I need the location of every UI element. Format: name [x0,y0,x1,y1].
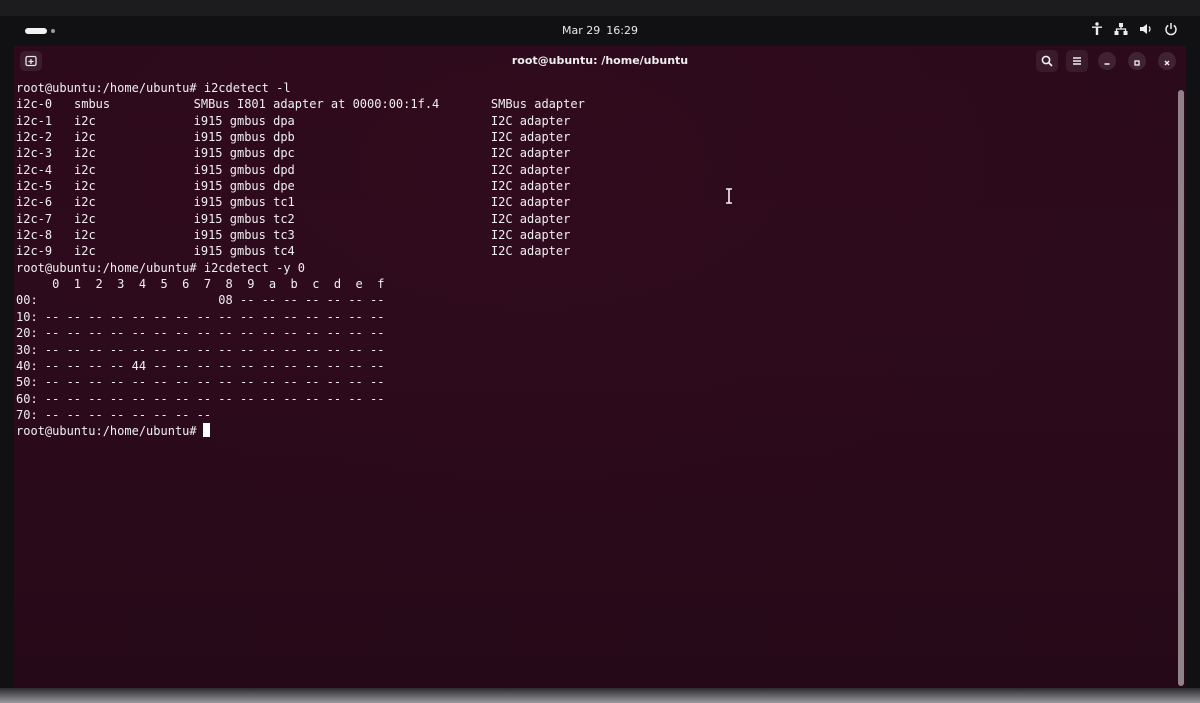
adapter-type: i2c [74,228,96,243]
i2c-grid-row: 40: -- -- -- -- 44 -- -- -- -- -- -- -- … [16,358,385,373]
adapter-name: i915 gmbus dpa [193,113,295,128]
prompt-line: root@ubuntu:/home/ubuntu# [16,423,636,439]
adapter-name: i915 gmbus tc3 [193,228,295,243]
minimize-button[interactable] [1096,50,1118,72]
power-icon[interactable] [1164,22,1178,36]
adapter-bus: i2c-3 [16,146,53,161]
i2c-grid-row: 60: -- -- -- -- -- -- -- -- -- -- -- -- … [16,391,385,406]
adapter-type: i2c [74,113,96,128]
adapter-name: i915 gmbus dpc [193,146,295,161]
search-button[interactable] [1036,50,1058,72]
screen: Mar 29 16:29 root@ubuntu: /home/ubuntu r… [14,16,1186,688]
terminal-window[interactable]: root@ubuntu: /home/ubuntu root@ubuntu:/h… [14,46,1186,688]
network-icon[interactable] [1114,22,1128,36]
adapter-type: i2c [74,179,96,194]
adapter-desc: SMBus adapter [490,97,585,112]
i2c-grid-header: 0 1 2 3 4 5 6 7 8 9 a b c d e f [16,277,385,292]
adapter-type: i2c [74,195,96,210]
adapter-desc: I2C adapter [490,162,571,177]
terminal-scrollbar[interactable] [1178,90,1184,686]
adapter-type: i2c [74,146,96,161]
adapter-type: i2c [74,211,96,226]
adapter-row: i2c-1 i2c i915 gmbus dpa I2C adapter [16,113,636,129]
adapter-bus: i2c-5 [16,179,53,194]
i2c-grid-row: 20: -- -- -- -- -- -- -- -- -- -- -- -- … [16,326,385,341]
clock[interactable]: Mar 29 16:29 [14,24,1186,37]
command-text: i2cdetect -l [203,81,291,95]
adapter-row: i2c-7 i2c i915 gmbus tc2 I2C adapter [16,211,636,227]
command-text: i2cdetect -y 0 [203,260,306,275]
window-headerbar[interactable]: root@ubuntu: /home/ubuntu [14,46,1186,76]
adapter-desc: I2C adapter [490,113,571,128]
adapter-bus: i2c-7 [16,211,53,226]
volume-icon[interactable] [1139,22,1153,36]
adapter-type: i2c [74,244,96,259]
adapter-row: i2c-8 i2c i915 gmbus tc3 I2C adapter [16,227,636,243]
maximize-icon [1133,52,1141,71]
adapter-type: smbus [74,97,111,112]
adapter-bus: i2c-0 [16,97,53,112]
system-tray[interactable] [1091,22,1178,36]
adapter-bus: i2c-1 [16,113,53,128]
shell-prompt: root@ubuntu:/home/ubuntu# [16,424,197,439]
adapter-row: i2c-5 i2c i915 gmbus dpe I2C adapter [16,178,636,194]
adapter-type: i2c [74,162,96,177]
adapter-bus: i2c-9 [16,244,53,259]
clock-date: Mar 29 [562,24,601,37]
adapter-name: SMBus I801 adapter at 0000:00:1f.4 [193,97,440,112]
monitor-bezel-bottom [0,688,1200,703]
adapter-bus: i2c-4 [16,162,53,177]
i2c-grid-row: 10: -- -- -- -- -- -- -- -- -- -- -- -- … [16,309,385,324]
terminal-output[interactable]: root@ubuntu:/home/ubuntu# i2cdetect -l i2… [16,80,636,440]
adapter-row: i2c-0 smbus SMBus I801 adapter at 0000:00:… [16,96,636,112]
monitor-bezel-top [0,0,1200,16]
adapter-desc: I2C adapter [490,146,571,161]
adapter-row: i2c-3 i2c i915 gmbus dpc I2C adapter [16,145,636,161]
adapter-row: i2c-9 i2c i915 gmbus tc4 I2C adapter [16,243,636,259]
adapter-name: i915 gmbus dpb [193,130,295,145]
i2c-grid-row: 30: -- -- -- -- -- -- -- -- -- -- -- -- … [16,342,385,357]
adapter-type: i2c [74,130,96,145]
i2c-grid-row: 50: -- -- -- -- -- -- -- -- -- -- -- -- … [16,375,385,390]
adapter-row: i2c-2 i2c i915 gmbus dpb I2C adapter [16,129,636,145]
adapter-desc: I2C adapter [490,244,571,259]
prompt-line: root@ubuntu:/home/ubuntu# i2cdetect -l [16,80,636,96]
adapter-bus: i2c-6 [16,195,53,210]
adapter-name: i915 gmbus dpe [193,179,295,194]
i2c-grid-row: 70: -- -- -- -- -- -- -- -- [16,407,212,422]
minimize-icon [1103,52,1111,71]
adapter-row: i2c-6 i2c i915 gmbus tc1 I2C adapter [16,194,636,210]
adapter-desc: I2C adapter [490,179,571,194]
prompt-line: root@ubuntu:/home/ubuntu# i2cdetect -y 0 [16,260,636,276]
terminal-cursor [202,423,210,438]
accessibility-icon[interactable] [1091,22,1103,36]
headerbar-controls [1036,50,1178,72]
adapter-bus: i2c-2 [16,130,53,145]
i2c-grid-row: 00: 08 -- -- -- -- -- -- -- [16,293,385,308]
shell-prompt: root@ubuntu:/home/ubuntu# [16,81,197,95]
adapter-bus: i2c-8 [16,228,53,243]
window-title: root@ubuntu: /home/ubuntu [511,54,689,67]
adapter-name: i915 gmbus tc2 [193,211,295,226]
close-icon [1163,52,1171,71]
adapter-name: i915 gmbus tc4 [193,244,295,259]
close-button[interactable] [1156,50,1178,72]
adapter-desc: I2C adapter [490,211,571,226]
adapter-desc: I2C adapter [490,130,571,145]
search-icon [1041,52,1053,71]
adapter-name: i915 gmbus tc1 [193,195,295,210]
clock-time: 16:29 [606,24,638,37]
menu-icon [1071,52,1083,71]
shell-prompt: root@ubuntu:/home/ubuntu# [16,260,197,275]
adapter-desc: I2C adapter [490,228,571,243]
maximize-button[interactable] [1126,50,1148,72]
adapter-desc: I2C adapter [490,195,571,210]
menu-button[interactable] [1066,50,1088,72]
text-cursor-icon [725,188,733,208]
adapter-row: i2c-4 i2c i915 gmbus dpd I2C adapter [16,162,636,178]
adapter-name: i915 gmbus dpd [193,162,295,177]
gnome-top-bar: Mar 29 16:29 [14,16,1186,46]
